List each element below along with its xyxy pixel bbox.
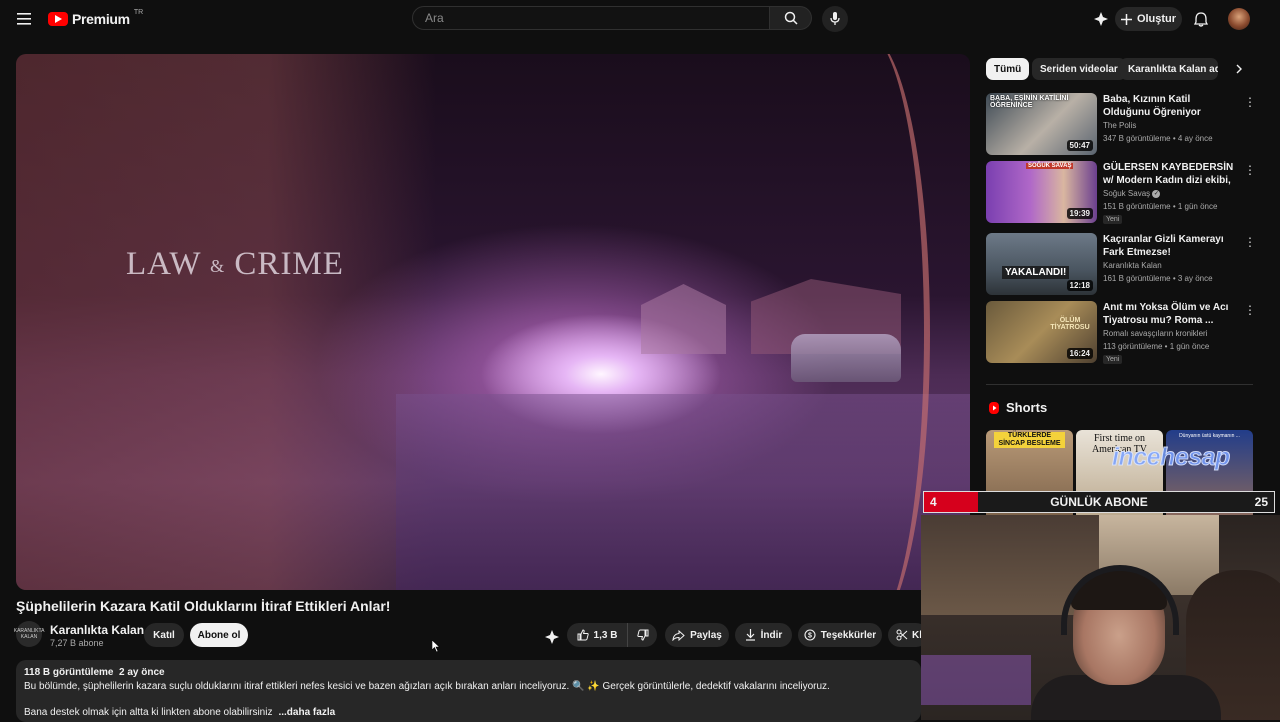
recommendation-title: GÜLERSEN KAYBEDERSİN w/ Modern Kadın diz… bbox=[1103, 162, 1234, 186]
recommendation-item[interactable]: ÖLÜM TİYATROSU 16:24 Anıt mı Yoksa Ölüm … bbox=[986, 301, 1256, 364]
shorts-heading: Shorts bbox=[988, 400, 1047, 415]
video-player[interactable]: LAW & CRIME bbox=[16, 54, 970, 590]
menu-icon[interactable] bbox=[12, 8, 36, 30]
dislike-button[interactable] bbox=[627, 623, 657, 647]
more-vert-icon[interactable]: ⋮ bbox=[1244, 303, 1256, 317]
show-more-link[interactable]: ...daha fazla bbox=[278, 707, 335, 718]
description-text: Bu bölümde, şüphelilerin kazara suçlu ol… bbox=[24, 681, 830, 692]
section-divider bbox=[986, 384, 1253, 385]
voice-search-button[interactable] bbox=[822, 6, 848, 32]
video-title: Şüphelilerin Kazara Katil Olduklarını İt… bbox=[16, 598, 391, 614]
microphone-icon bbox=[830, 12, 840, 25]
video-thumbnail: ÖLÜM TİYATROSU 16:24 bbox=[986, 301, 1097, 363]
youtube-play-icon bbox=[48, 12, 68, 26]
like-count: 1,3 B bbox=[593, 629, 618, 641]
video-frame-wall bbox=[16, 54, 436, 590]
ask-sparkle-icon[interactable] bbox=[541, 627, 563, 647]
new-badge: Yeni bbox=[1103, 215, 1123, 224]
thumbs-down-icon bbox=[636, 629, 648, 641]
more-vert-icon[interactable]: ⋮ bbox=[1244, 95, 1256, 109]
search-box bbox=[412, 6, 770, 30]
recommendation-title: Baba, Kızının Katil Olduğunu Öğreniyor bbox=[1103, 94, 1201, 118]
recommendation-meta: 347 B görüntüleme • 4 ay önce bbox=[1103, 134, 1213, 143]
goal-current: 4 bbox=[930, 495, 937, 509]
recommendation-channel: Karanlıkta Kalan bbox=[1103, 261, 1162, 270]
recommendation-item[interactable]: SOĞUK SAVAŞ 19:39 GÜLERSEN KAYBEDERSİN w… bbox=[986, 161, 1256, 224]
mouse-cursor-icon bbox=[432, 640, 440, 652]
video-duration: 19:39 bbox=[1066, 208, 1093, 219]
thumbs-up-icon bbox=[577, 629, 589, 641]
upload-age: 2 ay önce bbox=[119, 667, 165, 678]
recommendation-channel: Soğuk Savaş ✓ bbox=[1103, 189, 1161, 198]
recommendation-item[interactable]: YAKALANDI! 12:18 Kaçıranlar Gizli Kamera… bbox=[986, 233, 1256, 295]
download-label: İndir bbox=[760, 629, 783, 641]
goal-label: GÜNLÜK ABONE bbox=[1050, 495, 1148, 509]
webcam-ambient-light bbox=[921, 655, 1031, 705]
video-frame-lens-edge bbox=[804, 54, 930, 590]
scissors-icon bbox=[896, 629, 908, 641]
youtube-premium-logo[interactable]: Premium TR bbox=[48, 9, 143, 29]
video-duration: 12:18 bbox=[1066, 280, 1093, 291]
channel-name[interactable]: Karanlıkta Kalan bbox=[50, 623, 144, 637]
create-button[interactable]: Oluştur bbox=[1115, 7, 1182, 31]
notifications-bell-icon[interactable] bbox=[1190, 8, 1212, 30]
channel-avatar[interactable]: KARANLIKTA KALAN bbox=[14, 621, 45, 647]
thanks-button[interactable]: $ Teşekkürler bbox=[798, 623, 882, 647]
logo-region: TR bbox=[133, 8, 144, 16]
sparkle-icon[interactable] bbox=[1090, 8, 1112, 30]
share-icon bbox=[672, 629, 685, 641]
share-button[interactable]: Paylaş bbox=[665, 623, 729, 647]
video-thumbnail: BABA, EŞİNİN KATİLİNİ ÖĞRENİNCE 50:47 bbox=[986, 93, 1097, 155]
recommendation-channel: Romalı savaşçıların kronikleri bbox=[1103, 329, 1208, 338]
new-badge: Yeni bbox=[1103, 355, 1123, 364]
recommendation-meta: 113 görüntüleme • 1 gün önce bbox=[1103, 342, 1210, 351]
shorts-icon bbox=[989, 401, 999, 414]
recommendation-title: Anıt mı Yoksa Ölüm ve Acı Tiyatrosu mu? … bbox=[1103, 302, 1229, 326]
chip-series-videos[interactable]: Seriden videolar bbox=[1032, 58, 1126, 80]
recommendation-meta: 161 B görüntüleme • 3 ay önce bbox=[1103, 274, 1213, 283]
more-vert-icon[interactable]: ⋮ bbox=[1244, 163, 1256, 177]
video-duration: 50:47 bbox=[1066, 140, 1093, 151]
create-label: Oluştur bbox=[1136, 13, 1177, 25]
subscribe-button[interactable]: Abone ol bbox=[190, 623, 248, 647]
streamer-webcam bbox=[921, 515, 1280, 720]
video-frame-house bbox=[641, 284, 726, 354]
recommendation-title: Kaçıranlar Gizli Kamerayı Fark Etmezse! bbox=[1103, 234, 1224, 258]
super-thanks-icon: $ bbox=[804, 629, 816, 641]
sponsor-watermark: incehesap bbox=[1112, 443, 1231, 472]
svg-text:$: $ bbox=[808, 633, 812, 640]
like-button[interactable]: 1,3 B bbox=[567, 623, 627, 647]
daily-subscriber-goal-bar: GÜNLÜK ABONE 4 25 bbox=[923, 491, 1275, 513]
join-button[interactable]: Katıl bbox=[144, 623, 184, 647]
search-button[interactable] bbox=[770, 6, 812, 30]
recommendation-meta: 151 B görüntüleme • 1 gün önce bbox=[1103, 202, 1218, 211]
recommendation-channel: The Polis bbox=[1103, 121, 1137, 130]
chip-channel-videos[interactable]: Karanlıkta Kalan adlı bbox=[1120, 58, 1218, 80]
chevron-right-icon[interactable] bbox=[1230, 60, 1248, 78]
plus-icon bbox=[1120, 13, 1132, 25]
video-thumbnail: YAKALANDI! 12:18 bbox=[986, 233, 1097, 295]
search-icon bbox=[784, 11, 798, 25]
share-label: Paylaş bbox=[690, 629, 722, 641]
video-thumbnail: SOĞUK SAVAŞ 19:39 bbox=[986, 161, 1097, 223]
law-and-crime-watermark: LAW & CRIME bbox=[126, 246, 344, 282]
recommendation-item[interactable]: BABA, EŞİNİN KATİLİNİ ÖĞRENİNCE 50:47 Ba… bbox=[986, 93, 1256, 155]
subscriber-count: 7,27 B abone bbox=[50, 638, 104, 648]
goal-target: 25 bbox=[1254, 495, 1268, 509]
logo-text: Premium bbox=[72, 11, 130, 27]
view-count: 118 B görüntüleme bbox=[24, 667, 114, 678]
user-avatar[interactable] bbox=[1228, 8, 1250, 30]
description-text-line2: Bana destek olmak için altta ki linkten … bbox=[24, 707, 336, 718]
search-input[interactable] bbox=[413, 7, 757, 29]
thanks-label: Teşekkürler bbox=[820, 629, 877, 641]
verified-check-icon: ✓ bbox=[1152, 189, 1161, 198]
download-icon bbox=[745, 629, 755, 641]
more-vert-icon[interactable]: ⋮ bbox=[1244, 235, 1256, 249]
description-meta: 118 B görüntüleme 2 ay önce bbox=[24, 667, 165, 678]
download-button[interactable]: İndir bbox=[735, 623, 792, 647]
chip-all[interactable]: Tümü bbox=[986, 58, 1030, 80]
video-duration: 16:24 bbox=[1066, 348, 1093, 359]
